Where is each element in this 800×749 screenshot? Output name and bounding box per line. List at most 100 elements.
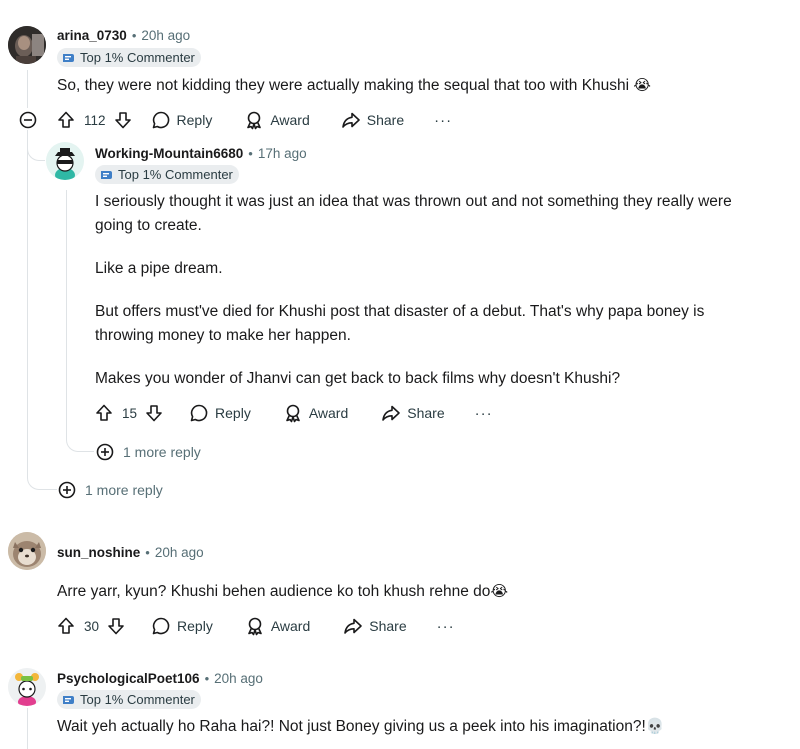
- top-commenter-icon: [62, 694, 80, 706]
- comment-line: I seriously thought it was just an idea …: [95, 193, 732, 210]
- reply-button[interactable]: Reply: [151, 110, 213, 130]
- downvote-button[interactable]: [113, 110, 133, 130]
- timestamp[interactable]: 20h ago: [214, 671, 263, 686]
- comment-text: So, they were not kidding they were actu…: [57, 77, 630, 94]
- vote-count: 30: [84, 618, 100, 634]
- username[interactable]: Working-Mountain6680: [95, 146, 243, 161]
- avatar[interactable]: [8, 26, 46, 64]
- thread-line-c2-main: [66, 190, 67, 440]
- downvote-icon: [146, 405, 162, 422]
- award-icon: [286, 404, 300, 423]
- upvote-button[interactable]: [94, 403, 114, 423]
- share-label: Share: [366, 112, 405, 128]
- reply-button[interactable]: Reply: [189, 403, 251, 423]
- expand-plus-icon: [96, 443, 114, 461]
- award-label: Award: [270, 112, 310, 128]
- downvote-icon: [114, 112, 131, 129]
- award-button[interactable]: Award: [244, 110, 310, 130]
- top-commenter-icon: [100, 169, 118, 181]
- username[interactable]: arina_0730: [57, 28, 127, 43]
- award-label: Award: [308, 405, 349, 421]
- avatar[interactable]: [46, 142, 84, 180]
- share-arrow-icon: [344, 618, 363, 634]
- comment-meta: arina_0730 • 20h ago: [57, 25, 190, 45]
- comment-line: Makes you wonder of Jhanvi can get back …: [95, 370, 621, 387]
- comment-meta: PsychologicalPoet106 • 20h ago: [57, 668, 263, 688]
- thread-line-c1-main: [27, 130, 28, 478]
- username[interactable]: PsychologicalPoet106: [57, 671, 200, 686]
- comment-body: Arre yarr, kyun? Khushi behen audience k…: [57, 580, 508, 604]
- top-commenter-icon: [62, 52, 80, 64]
- thread-line-c1: [27, 70, 28, 108]
- award-label: Award: [270, 618, 311, 634]
- comment-actions: 112 Reply Award Share ···: [56, 108, 452, 132]
- award-icon: [248, 617, 262, 636]
- upvote-button[interactable]: [56, 616, 76, 636]
- badge-label: Top 1% Commenter: [80, 50, 195, 65]
- downvote-button[interactable]: [106, 616, 126, 636]
- reply-label: Reply: [215, 405, 251, 421]
- more-options-button[interactable]: ···: [475, 405, 493, 422]
- share-arrow-icon: [341, 112, 360, 128]
- badge-label: Top 1% Commenter: [118, 167, 233, 182]
- more-replies-link[interactable]: 1 more reply: [58, 481, 163, 499]
- commenter-badge: Top 1% Commenter: [95, 165, 239, 184]
- more-replies-label: 1 more reply: [123, 444, 201, 460]
- share-label: Share: [407, 405, 445, 421]
- award-button[interactable]: Award: [283, 403, 348, 423]
- reply-button[interactable]: Reply: [151, 616, 213, 636]
- vote-count: 112: [84, 112, 106, 128]
- comment-line: Like a pipe dream.: [95, 260, 223, 277]
- separator-dot: •: [248, 145, 253, 161]
- comment-meta: Working-Mountain6680 • 17h ago: [95, 143, 307, 163]
- thread-line-c4: [27, 708, 28, 749]
- more-options-button[interactable]: ···: [437, 618, 455, 635]
- commenter-badge: Top 1% Commenter: [57, 48, 201, 67]
- reply-label: Reply: [176, 112, 213, 128]
- share-label: Share: [369, 618, 407, 634]
- separator-dot: •: [204, 670, 210, 686]
- comment-meta: sun_noshine • 20h ago: [57, 542, 204, 562]
- comment-actions: 15 Reply Award Share ···: [94, 401, 493, 425]
- more-options-button[interactable]: ···: [434, 112, 452, 129]
- badge-label: Top 1% Commenter: [80, 692, 195, 707]
- timestamp[interactable]: 20h ago: [155, 545, 204, 560]
- timestamp[interactable]: 17h ago: [258, 146, 307, 161]
- more-replies-link[interactable]: 1 more reply: [96, 443, 201, 461]
- comment-body: So, they were not kidding they were actu…: [57, 74, 651, 98]
- share-button[interactable]: Share: [343, 616, 407, 636]
- collapse-minus-icon: [19, 111, 37, 129]
- comment-body: I seriously thought it was just an idea …: [95, 190, 795, 391]
- downvote-icon: [108, 618, 124, 635]
- collapse-thread-button[interactable]: [19, 111, 37, 129]
- upvote-icon: [58, 617, 74, 634]
- username[interactable]: sun_noshine: [57, 545, 140, 560]
- share-arrow-icon: [382, 405, 401, 421]
- upvote-icon: [58, 111, 74, 128]
- comment-line: But offers must've died for Khushi post …: [95, 303, 705, 320]
- separator-dot: •: [131, 27, 137, 43]
- commenter-badge: Top 1% Commenter: [57, 690, 201, 709]
- award-icon: [247, 111, 262, 130]
- speech-bubble-icon: [152, 617, 170, 635]
- more-replies-label: 1 more reply: [85, 482, 163, 498]
- avatar[interactable]: [8, 668, 46, 706]
- comment-line: going to create.: [95, 217, 202, 234]
- speech-bubble-icon: [152, 111, 169, 129]
- timestamp[interactable]: 20h ago: [141, 28, 190, 43]
- upvote-icon: [96, 404, 112, 421]
- skull-emoji: 💀: [645, 718, 665, 735]
- avatar[interactable]: [8, 532, 46, 570]
- award-button[interactable]: Award: [245, 616, 310, 636]
- crying-emoji: 😭: [633, 77, 651, 94]
- share-button[interactable]: Share: [381, 403, 445, 423]
- share-button[interactable]: Share: [341, 110, 404, 130]
- downvote-button[interactable]: [144, 403, 164, 423]
- comment-line: throwing money to make her happen.: [95, 327, 351, 344]
- upvote-button[interactable]: [56, 110, 76, 130]
- thread-line-c2-curve: [66, 440, 94, 452]
- reply-label: Reply: [177, 618, 213, 634]
- vote-count: 15: [122, 405, 138, 421]
- speech-bubble-icon: [190, 404, 208, 422]
- comment-text: Wait yeh actually ho Raha hai?! Not just…: [57, 718, 646, 735]
